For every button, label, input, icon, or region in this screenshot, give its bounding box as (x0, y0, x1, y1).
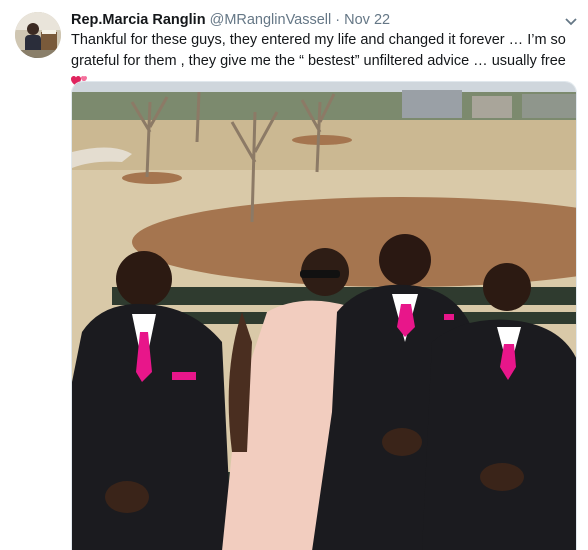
tweet-header: Rep.Marcia Ranglin @MRanglinVassell · No… (71, 10, 568, 30)
separator-dot: · (335, 12, 341, 28)
tweet-photo[interactable] (71, 81, 577, 550)
avatar[interactable] (15, 12, 61, 58)
author-name[interactable]: Rep.Marcia Ranglin (71, 12, 206, 28)
avatar-image (15, 12, 61, 58)
family-photo-image (72, 82, 576, 550)
tweet-card[interactable]: Rep.Marcia Ranglin @MRanglinVassell · No… (0, 0, 588, 550)
chevron-down-icon[interactable] (564, 14, 578, 26)
author-handle[interactable]: @MRanglinVassell (210, 12, 332, 28)
tweet-date[interactable]: Nov 22 (344, 12, 390, 28)
tweet-body: Thankful for these guys, they entered my… (71, 32, 566, 69)
